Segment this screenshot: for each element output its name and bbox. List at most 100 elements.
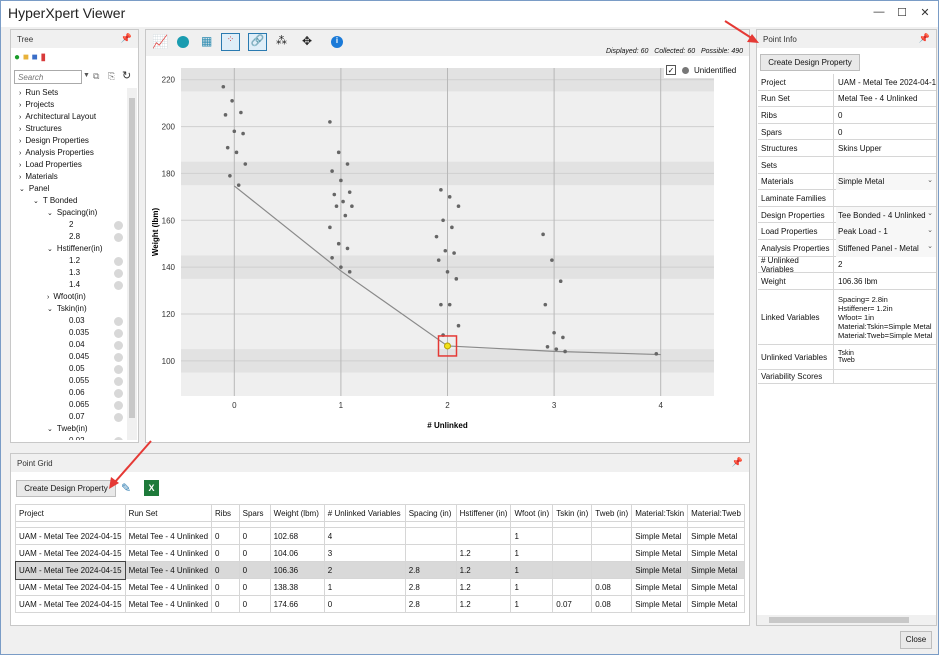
grid-create-design-property-button[interactable]: Create Design Property: [16, 480, 116, 497]
tree-item[interactable]: › Wfoot(in): [47, 292, 86, 301]
column-header[interactable]: Hstiffener (in): [455, 504, 512, 522]
legend-checkbox[interactable]: ✓: [666, 65, 676, 75]
table-row[interactable]: UAM - Metal Tee 2024-04-15 Metal Tee - 4 …: [15, 527, 745, 545]
dropdown-chevron-icon[interactable]: ⌄: [927, 242, 933, 250]
column-header[interactable]: Project: [15, 504, 126, 522]
collapse-icon[interactable]: ⌄: [33, 198, 39, 205]
column-header[interactable]: Run Set: [124, 504, 213, 522]
grid-cell[interactable]: 0: [211, 578, 240, 596]
grid-cell[interactable]: 1: [510, 544, 554, 562]
data-point[interactable]: [543, 302, 548, 307]
tree-item[interactable]: 0.02: [69, 436, 85, 440]
data-point[interactable]: [456, 323, 461, 328]
column-header[interactable]: Spars: [238, 504, 271, 522]
info-value[interactable]: Simple Metal ⌄: [836, 173, 936, 191]
column-header[interactable]: Weight (lbm): [269, 504, 325, 522]
data-point[interactable]: [347, 270, 352, 274]
data-point[interactable]: [339, 178, 343, 183]
table-icon[interactable]: ▦: [201, 34, 212, 48]
column-header[interactable]: Spacing (in): [404, 504, 457, 522]
tree-item[interactable]: 0.065: [69, 400, 89, 409]
dropdown-chevron-icon[interactable]: ⌄: [927, 209, 933, 217]
table-row[interactable]: UAM - Metal Tee 2024-04-15 Metal Tee - 4 …: [15, 578, 745, 596]
column-header[interactable]: Ribs: [211, 504, 240, 522]
info-value[interactable]: Stiffened Panel - Metal ⌄: [836, 240, 936, 257]
pin-icon[interactable]: 📌: [732, 457, 743, 468]
tree-item[interactable]: 0.07: [69, 412, 85, 421]
status-circle-icon[interactable]: [114, 365, 123, 374]
tree-item[interactable]: 0.035: [69, 328, 89, 337]
status-circle-icon[interactable]: [114, 233, 123, 242]
tree-item[interactable]: › Load Properties: [19, 160, 82, 169]
data-point[interactable]: [339, 265, 343, 269]
grid-cell[interactable]: Simple Metal: [631, 527, 689, 545]
grid-cell[interactable]: Metal Tee - 4 Unlinked: [124, 527, 213, 545]
data-point[interactable]: [558, 279, 563, 283]
create-design-property-button[interactable]: Create Design Property: [760, 54, 860, 71]
minimize-button[interactable]: —: [869, 6, 889, 18]
expand-icon[interactable]: ›: [19, 162, 21, 169]
grid-cell[interactable]: [404, 544, 457, 562]
data-point[interactable]: [436, 258, 441, 262]
tree-item[interactable]: › Run Sets: [19, 88, 58, 97]
grid-cell[interactable]: Simple Metal: [687, 544, 745, 562]
data-point[interactable]: [439, 188, 443, 192]
grid-cell[interactable]: Simple Metal: [631, 544, 689, 562]
grid-cell[interactable]: 1: [510, 595, 554, 613]
collapse-icon[interactable]: ⌄: [47, 246, 53, 253]
data-point[interactable]: [236, 183, 241, 187]
grid-cell[interactable]: 174.66: [269, 595, 325, 613]
data-point[interactable]: [443, 248, 448, 253]
grid-cell[interactable]: 2: [323, 561, 406, 579]
status-circle-icon[interactable]: [114, 329, 123, 338]
data-point[interactable]: [330, 255, 334, 260]
search-input[interactable]: [14, 70, 82, 84]
status-circle-icon[interactable]: [114, 437, 123, 440]
grid-cell[interactable]: Simple Metal: [687, 527, 745, 545]
info-icon[interactable]: i: [331, 36, 343, 48]
dropdown-chevron-icon[interactable]: ⌄: [927, 226, 933, 234]
grid-cell[interactable]: 0.08: [591, 595, 633, 613]
move-icon[interactable]: ✥: [302, 34, 312, 48]
column-header[interactable]: Wfoot (in): [510, 504, 554, 522]
status-circle-icon[interactable]: [114, 353, 123, 362]
data-point[interactable]: [445, 270, 450, 274]
grid-cell[interactable]: 1: [510, 527, 554, 545]
grid-cell[interactable]: 4: [323, 527, 406, 545]
expand-icon[interactable]: ›: [47, 294, 49, 301]
grid-cell[interactable]: [552, 527, 593, 545]
status-circle-icon[interactable]: [114, 401, 123, 410]
data-point[interactable]: [343, 213, 348, 218]
table-row[interactable]: UAM - Metal Tee 2024-04-15 Metal Tee - 4 …: [15, 595, 745, 613]
grid-cell[interactable]: 138.38: [269, 578, 325, 596]
grid-cell[interactable]: 0: [238, 544, 271, 562]
tree-item[interactable]: ⌄ Spacing(in): [47, 208, 97, 217]
copy-icon[interactable]: ⎘: [108, 71, 115, 82]
grid-cell[interactable]: 102.68: [269, 527, 325, 545]
grid-cell[interactable]: [552, 578, 593, 596]
collapse-icon[interactable]: ⌄: [47, 426, 53, 433]
grid-cell[interactable]: UAM - Metal Tee 2024-04-15: [15, 595, 126, 613]
column-header[interactable]: Tskin (in): [552, 504, 593, 522]
data-point[interactable]: [239, 110, 243, 115]
data-point[interactable]: [550, 258, 554, 262]
data-point[interactable]: [447, 195, 452, 199]
grid-cell[interactable]: UAM - Metal Tee 2024-04-15: [15, 578, 126, 596]
data-point[interactable]: [434, 234, 439, 239]
grid-cell[interactable]: [591, 561, 633, 579]
cluster-icon[interactable]: ⁂: [276, 34, 287, 47]
grid-cell[interactable]: [404, 527, 457, 545]
data-point[interactable]: [347, 190, 352, 194]
data-point[interactable]: [554, 347, 559, 351]
grid-cell[interactable]: Simple Metal: [631, 595, 689, 613]
data-point[interactable]: [454, 277, 459, 281]
data-point[interactable]: [336, 241, 341, 246]
grid-cell[interactable]: Simple Metal: [687, 578, 745, 596]
add-icon[interactable]: ●: [14, 52, 20, 63]
tree-scrollbar[interactable]: [127, 88, 137, 440]
data-point[interactable]: [441, 218, 445, 223]
data-point[interactable]: [336, 150, 341, 155]
maximize-button[interactable]: ☐: [892, 6, 912, 19]
tree-item[interactable]: ⌄ Panel: [19, 184, 49, 193]
grid-cell[interactable]: 106.36: [269, 561, 325, 579]
